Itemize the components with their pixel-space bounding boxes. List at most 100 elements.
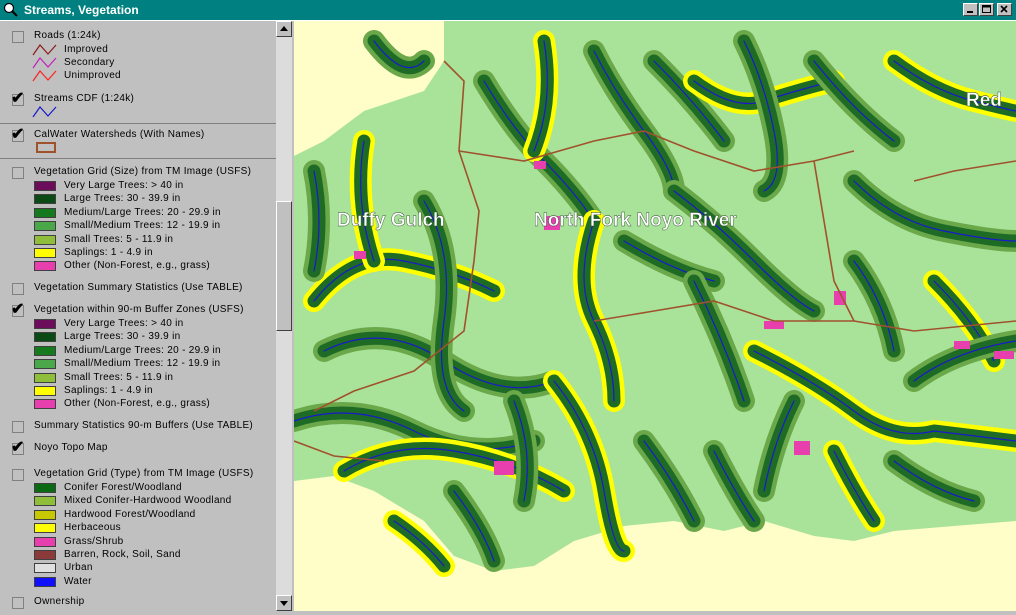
veg-type-class-swatch [34, 536, 56, 547]
veg-type-class-swatch [34, 563, 56, 574]
veg-type-class-label: Hardwood Forest/Woodland [64, 508, 196, 520]
map-label-red: Red [966, 90, 1002, 111]
grass-patch [764, 321, 784, 329]
checkmark-icon: ✔ [11, 90, 25, 107]
veg-type-class-label: Mixed Conifer-Hardwood Woodland [64, 495, 232, 507]
grass-patch [534, 161, 546, 169]
grass-patch [954, 341, 970, 349]
scroll-thumb[interactable] [276, 201, 292, 331]
veg-buffer-class-swatch [34, 399, 56, 410]
veg-size-class-label: Other (Non-Forest, e.g., grass) [64, 260, 211, 272]
map-view[interactable]: Duffy Gulch North Fork Noyo River Red [294, 21, 1016, 611]
map-label-duffy-gulch: Duffy Gulch [337, 210, 445, 231]
grass-patch [994, 351, 1014, 359]
conifer-corridor [637, 434, 701, 528]
veg-buffer-class-label: Other (Non-Forest, e.g., grass) [64, 398, 211, 410]
veg-type-class-swatch [34, 483, 56, 493]
scroll-up-button[interactable] [276, 21, 292, 37]
road-label: Secondary [64, 57, 115, 68]
veg-type-class-label: Water [64, 575, 92, 587]
window-title: Streams, Vegetation [24, 3, 139, 17]
veg-buffer-checkbox[interactable]: ✔ [11, 301, 25, 318]
conifer-corridor [687, 274, 751, 408]
veg-size-class-swatch [34, 234, 56, 245]
streams-layer-title: Streams CDF (1:24k) [34, 93, 135, 104]
minimize-button[interactable] [963, 3, 978, 16]
ownership-checkbox[interactable] [12, 597, 24, 609]
scroll-down-button[interactable] [276, 595, 292, 611]
veg-type-class-label: Conifer Forest/Woodland [64, 482, 182, 493]
map-label-north-fork-noyo: North Fork Noyo River [534, 210, 737, 231]
road-label: Improved [64, 44, 109, 55]
offmap-area-bottom [294, 476, 1016, 611]
veg-size-class-label: Saplings: 1 - 4.9 in [64, 247, 153, 258]
veg-type-class-label: Herbaceous [64, 522, 121, 534]
maximize-button[interactable] [979, 3, 994, 16]
roads-line-symbols [32, 44, 57, 82]
watershed-polygon-symbol [36, 142, 56, 153]
topo-layer-title: Noyo Topo Map [34, 442, 108, 453]
veg-type-class-swatch [34, 550, 56, 560]
watersheds-layer-title: CalWater Watersheds (With Names) [34, 129, 205, 140]
streams-checkbox[interactable]: ✔ [11, 90, 25, 107]
arrow-down-icon [280, 601, 288, 606]
road-unimproved-symbol [32, 70, 57, 82]
legend-panel: Roads (1:24k) Improved Secondary Unimpro… [0, 21, 276, 611]
veg-buffer-class-swatch [34, 359, 56, 370]
veg-size-class-label: Small Trees: 5 - 11.9 in [64, 233, 174, 245]
veg-type-checkbox[interactable] [12, 469, 24, 481]
veg-size-class-swatch [34, 207, 56, 218]
veg-size-class-swatch [34, 194, 56, 205]
veg-buffer-layer-title: Vegetation within 90-m Buffer Zones (USF… [34, 304, 244, 315]
conifer-corridor [807, 54, 901, 148]
ownership-layer-title: Ownership [34, 596, 85, 607]
veg-size-class-swatch [34, 248, 56, 258]
roads-checkbox[interactable] [12, 31, 24, 43]
grass-patch [494, 461, 514, 475]
veg-buffer-class-swatch [34, 319, 56, 329]
map-canvas[interactable]: Duffy Gulch North Fork Noyo River Red [294, 21, 1016, 611]
veg-summary-checkbox[interactable] [12, 283, 24, 295]
veg-buffer-class-swatch [34, 386, 56, 396]
buffer-summary-layer-title: Summary Statistics 90-m Buffers (Use TAB… [34, 420, 254, 431]
veg-type-class-label: Grass/Shrub [64, 535, 124, 547]
checkmark-icon: ✔ [11, 301, 25, 318]
veg-type-class-swatch [34, 523, 56, 534]
close-icon [1000, 5, 1008, 13]
veg-type-class-swatch [34, 496, 56, 507]
veg-buffer-class-label: Large Trees: 30 - 39.9 in [64, 331, 181, 343]
checkmark-icon: ✔ [11, 439, 25, 456]
veg-type-class-label: Urban [64, 562, 93, 574]
road-improved-symbol [32, 44, 57, 56]
topo-checkbox[interactable]: ✔ [11, 439, 25, 456]
veg-type-class-label: Barren, Rock, Soil, Sand [64, 549, 181, 560]
veg-buffer-class-swatch [34, 345, 56, 356]
veg-type-layer-title: Vegetation Grid (Type) from TM Image (US… [34, 468, 254, 479]
watersheds-checkbox[interactable]: ✔ [11, 126, 25, 143]
veg-size-class-label: Medium/Large Trees: 20 - 29.9 in [64, 206, 221, 218]
road-secondary-symbol [32, 57, 57, 69]
checkmark-icon: ✔ [11, 126, 25, 143]
veg-buffer-class-label: Medium/Large Trees: 20 - 29.9 in [64, 344, 221, 356]
veg-size-class-swatch [34, 221, 56, 232]
veg-buffer-class-swatch [34, 332, 56, 343]
veg-size-checkbox[interactable] [12, 167, 24, 179]
veg-buffer-class-label: Very Large Trees: > 40 in [64, 318, 184, 329]
veg-buffer-class-label: Small Trees: 5 - 11.9 in [64, 371, 174, 383]
arrow-up-icon [280, 26, 288, 31]
veg-summary-layer-title: Vegetation Summary Statistics (Use TABLE… [34, 282, 243, 293]
veg-size-layer-title: Vegetation Grid (Size) from TM Image (US… [34, 166, 252, 177]
maximize-icon [982, 5, 991, 13]
veg-size-class-swatch [34, 261, 56, 272]
roads-layer-title: Roads (1:24k) [34, 30, 101, 41]
road-label: Unimproved [64, 70, 121, 81]
veg-size-class-label: Small/Medium Trees: 12 - 19.9 in [64, 220, 221, 232]
veg-type-class-swatch [34, 509, 56, 520]
close-button[interactable] [997, 3, 1012, 16]
veg-buffer-class-swatch [34, 372, 56, 383]
buffer-summary-checkbox[interactable] [12, 421, 24, 433]
veg-size-class-label: Large Trees: 30 - 39.9 in [64, 193, 181, 205]
legend-scrollbar[interactable] [276, 21, 292, 611]
grass-patch [354, 251, 366, 259]
veg-buffer-class-label: Small/Medium Trees: 12 - 19.9 in [64, 358, 221, 370]
